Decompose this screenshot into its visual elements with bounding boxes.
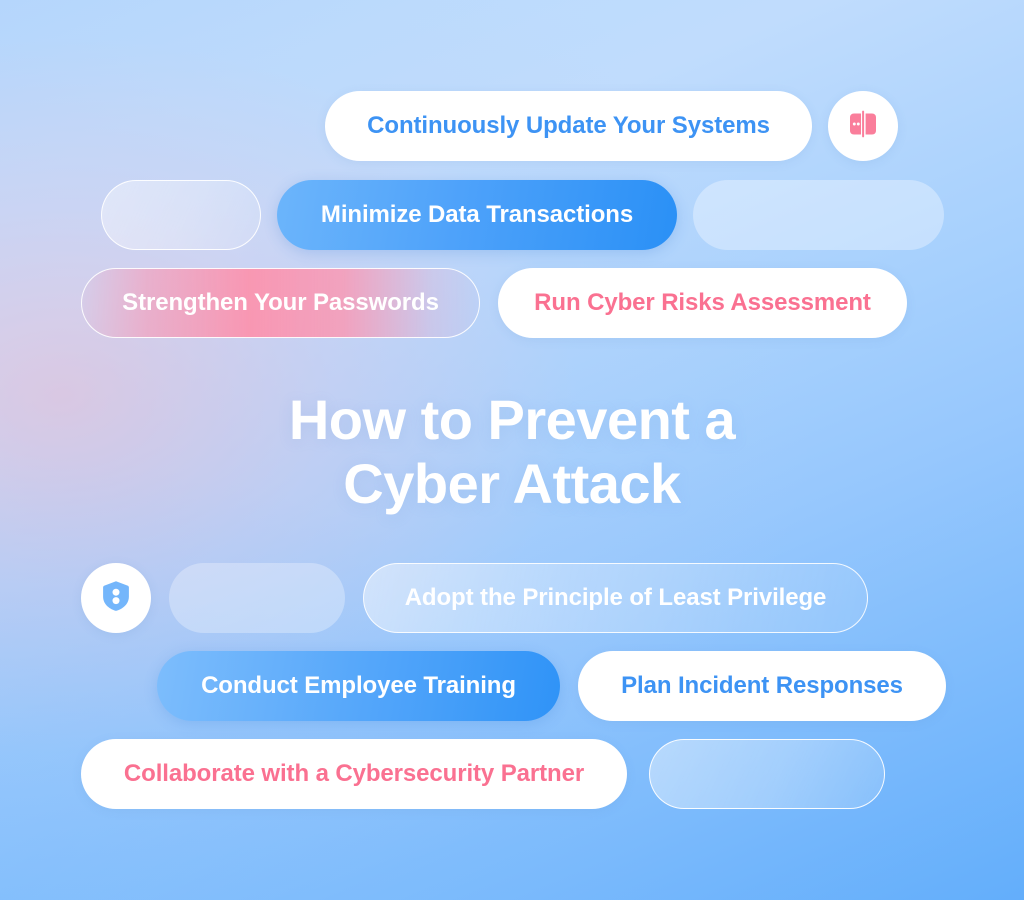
tip-pill-conduct-employee-training[interactable]: Conduct Employee Training <box>157 651 560 721</box>
tip-pill-adopt-the-principle-of-least-privilege[interactable]: Adopt the Principle of Least Privilege <box>363 563 868 633</box>
tip-pill-continuously-update-your-systems[interactable]: Continuously Update Your Systems <box>325 91 812 161</box>
shield-user-icon-badge[interactable] <box>81 563 151 633</box>
tip-row-bottom-3: Collaborate with a Cybersecurity Partner <box>81 739 885 809</box>
decorative-ghost-pill-2 <box>693 180 944 250</box>
tip-pill-label: Plan Incident Responses <box>621 672 903 699</box>
page-title-line-1: How to Prevent a <box>288 388 736 451</box>
tip-pill-label: Collaborate with a Cybersecurity Partner <box>123 760 585 787</box>
decorative-ghost-pill-4 <box>649 739 885 809</box>
decorative-ghost-pill-1 <box>101 180 261 250</box>
tip-row-bottom-1: Adopt the Principle of Least Privilege <box>81 563 868 633</box>
tip-pill-label: Run Cyber Risks Assessment <box>534 289 871 316</box>
tip-pill-label: Minimize Data Transactions <box>320 201 634 228</box>
tip-row-bottom-2: Conduct Employee Training Plan Incident … <box>157 651 946 721</box>
tip-pill-minimize-data-transactions[interactable]: Minimize Data Transactions <box>277 180 677 250</box>
tip-pill-run-cyber-risks-assessment[interactable]: Run Cyber Risks Assessment <box>498 268 907 338</box>
panel-split-icon <box>848 110 878 143</box>
page-title: How to Prevent a Cyber Attack <box>0 388 1024 516</box>
tip-pill-label: Adopt the Principle of Least Privilege <box>404 584 827 611</box>
tip-row-top-3: Strengthen Your Passwords Run Cyber Risk… <box>81 268 907 338</box>
tip-pill-plan-incident-responses[interactable]: Plan Incident Responses <box>578 651 946 721</box>
shield-user-icon <box>102 580 130 617</box>
tip-row-top-2: Minimize Data Transactions <box>101 180 944 250</box>
poster-canvas: Continuously Update Your Systems Minimiz… <box>0 0 1024 900</box>
decorative-ghost-pill-3 <box>169 563 345 633</box>
tip-row-top-1: Continuously Update Your Systems <box>325 91 898 161</box>
tip-pill-collaborate-with-a-cybersecurity-partner[interactable]: Collaborate with a Cybersecurity Partner <box>81 739 627 809</box>
tip-pill-strengthen-your-passwords[interactable]: Strengthen Your Passwords <box>81 268 480 338</box>
tip-pill-label: Conduct Employee Training <box>201 672 516 699</box>
tip-pill-label: Continuously Update Your Systems <box>367 112 770 139</box>
panel-split-icon-badge[interactable] <box>828 91 898 161</box>
tip-pill-label: Strengthen Your Passwords <box>122 289 439 316</box>
page-title-line-2: Cyber Attack <box>343 452 681 515</box>
